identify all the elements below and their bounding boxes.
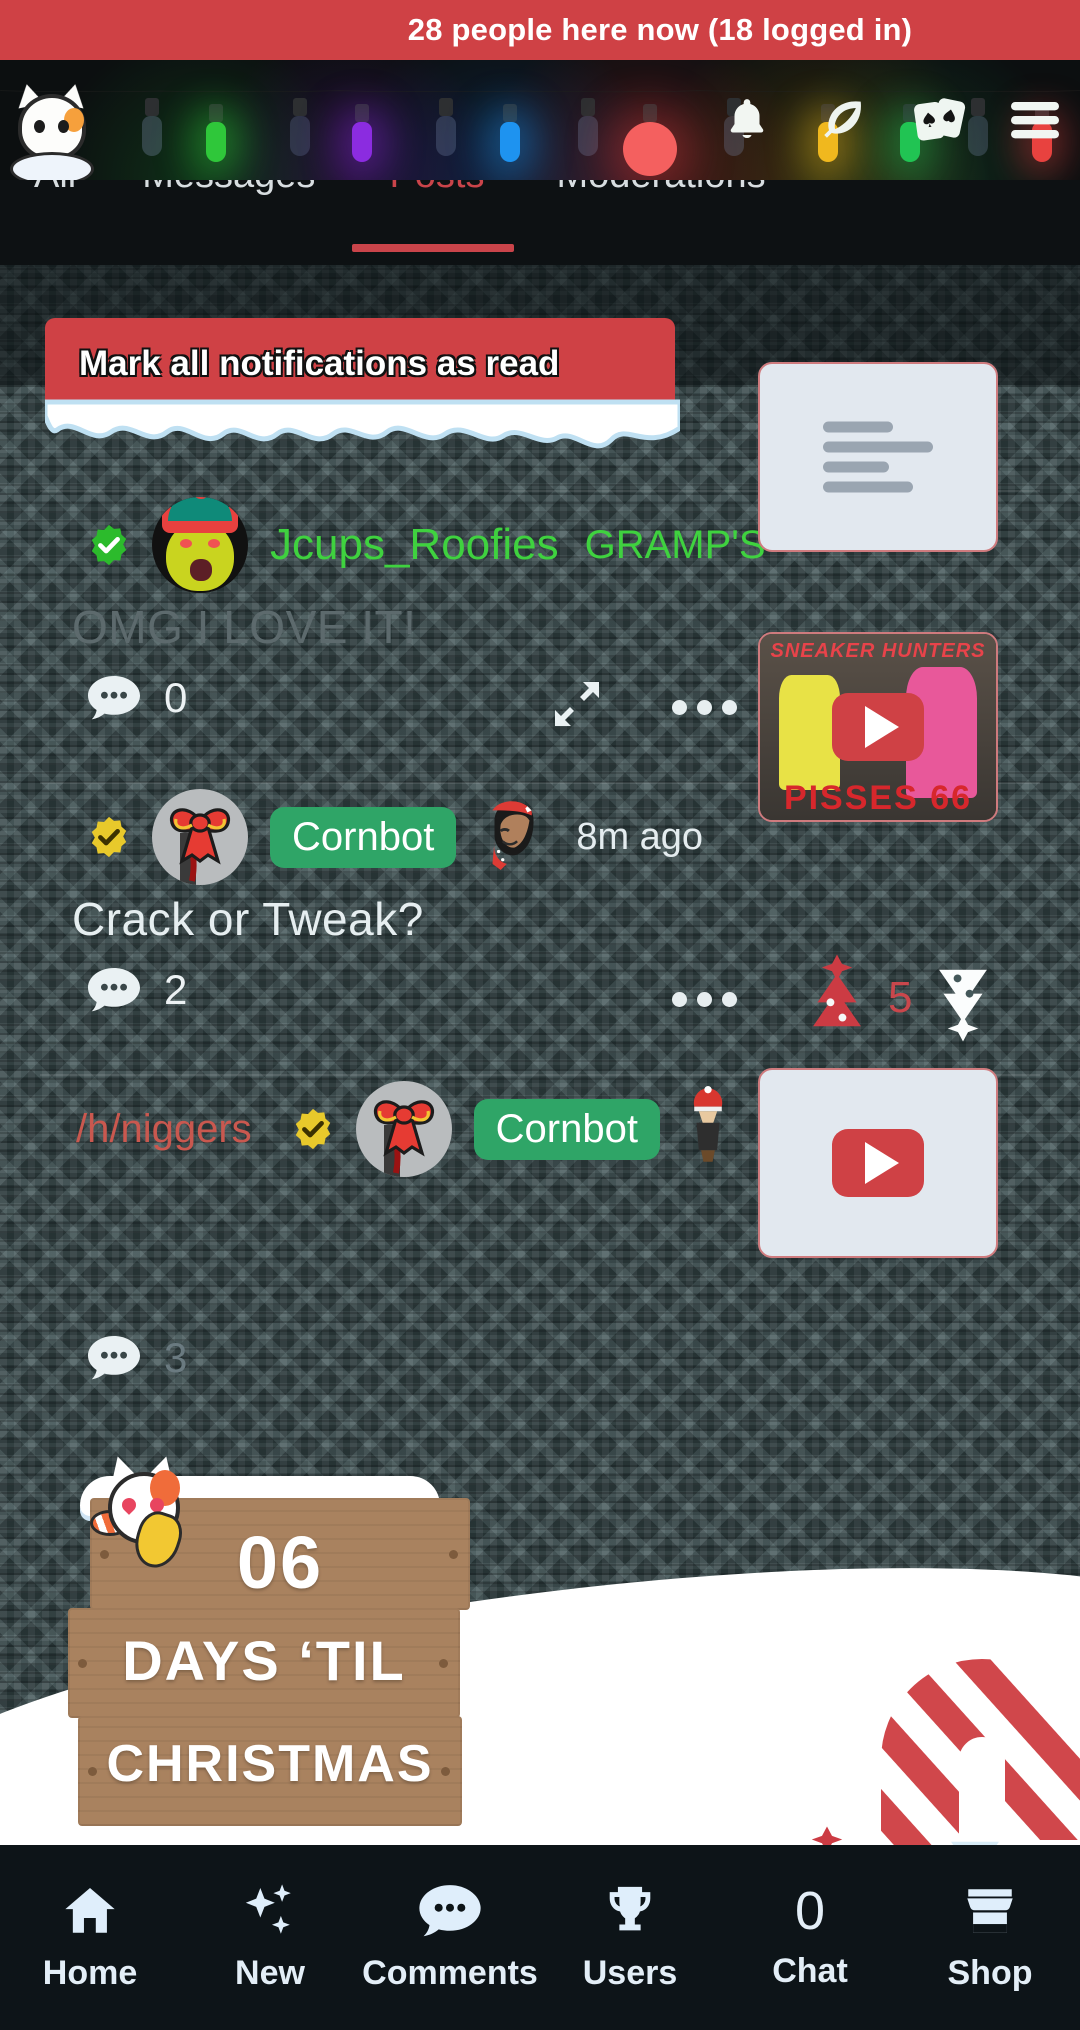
verified-badge-gold-icon [295, 1108, 330, 1150]
nav-item-users[interactable]: Users [540, 1882, 720, 1993]
nav-label: Home [42, 1954, 138, 1992]
comment-bubble-icon [88, 676, 140, 720]
home-icon [65, 1888, 115, 1933]
nav-label: Shop [947, 1954, 1033, 1992]
comments-action[interactable]: 2 [86, 966, 187, 1014]
tab-all[interactable]: All [34, 180, 76, 197]
corn-kitty-icon [90, 1452, 202, 1584]
sparkles-icon [245, 1884, 291, 1934]
comment-bubble-icon [88, 968, 140, 1012]
shop-icon [967, 1889, 1013, 1933]
notification-list: Jcups_Roofies GRAMP'S OMG I LOVE IT! 0 C… [0, 362, 1080, 1414]
light-bulb-icon [436, 98, 456, 156]
comment-count: 2 [164, 966, 188, 1013]
bell-icon[interactable] [720, 93, 774, 147]
app-header [0, 60, 1080, 180]
comment-bubble-icon [419, 1885, 481, 1937]
light-bulb-icon [500, 104, 520, 162]
light-bulb-icon [578, 98, 598, 156]
play-button-icon[interactable] [832, 693, 924, 761]
app-root: 28 people here now (18 logged in) Mark a… [0, 0, 1080, 2030]
cat-mascot-icon[interactable] [6, 81, 98, 180]
notification-row[interactable]: /h/niggers Cornbot 3 [0, 1068, 1080, 1414]
christmas-countdown-sign: 06 DAYS ‘TIL CHRISTMAS [50, 1452, 470, 1826]
nav-label: Comments [362, 1954, 538, 1992]
nav-item-home[interactable]: Home [0, 1882, 180, 1993]
mark-all-read-label: Mark all notifications as read [79, 344, 560, 383]
notification-tabs: All Messages Posts Moderations [0, 180, 1080, 265]
notification-row[interactable]: Cornbot 8m ago Crack or Tweak? SNEAKER H… [0, 632, 1080, 1056]
nav-label: Chat [772, 1952, 848, 1990]
snow-drip-decoration [45, 399, 680, 449]
light-bulb-icon [623, 104, 677, 176]
light-bulb-icon [290, 98, 310, 156]
nav-label: Users [582, 1954, 678, 1992]
santa-gnome-emoji [680, 1085, 736, 1173]
bearded-man-bandana-emoji [476, 796, 550, 879]
post-thumbnail[interactable] [758, 362, 998, 552]
username-link[interactable]: Jcups_Roofies [270, 520, 559, 570]
nav-item-comments[interactable]: Comments [360, 1882, 540, 1993]
post-title[interactable]: Crack or Tweak? [0, 892, 1080, 946]
sub-label[interactable]: GRAMP'S [585, 523, 766, 568]
tab-moderations[interactable]: Moderations [556, 180, 765, 197]
sign-plank: CHRISTMAS [78, 1716, 462, 1826]
verified-badge-green-icon [91, 524, 127, 566]
comment-count: 3 [164, 1334, 188, 1381]
countdown-line-2: CHRISTMAS [106, 1735, 434, 1793]
light-bulb-icon [352, 104, 372, 162]
more-options-action[interactable] [672, 700, 737, 715]
nav-item-new[interactable]: New [180, 1882, 360, 1993]
tab-messages[interactable]: Messages [142, 180, 315, 197]
comment-bubble-icon [88, 1336, 140, 1380]
username-link[interactable]: Cornbot [473, 1098, 660, 1160]
christmas-tree-upvote-icon [813, 954, 861, 1027]
feather-icon[interactable] [816, 93, 870, 147]
sign-plank: DAYS ‘TIL [68, 1608, 460, 1718]
tab-active-underline [352, 244, 514, 252]
more-options-action[interactable] [672, 992, 737, 1007]
nav-label: New [235, 1954, 305, 1992]
username-link[interactable]: Cornbot [270, 806, 457, 868]
video-overlay-top-text: SNEAKER HUNTERS [770, 640, 986, 662]
hamburger-menu-icon[interactable] [1008, 93, 1062, 147]
expand-arrows-icon [555, 682, 599, 726]
christmas-tree-downvote-icon[interactable] [926, 954, 1000, 1042]
action-bar: 3 [0, 1184, 1080, 1414]
upvote-action[interactable]: 5 [800, 954, 1000, 1042]
red-bow-avatar[interactable] [355, 1081, 452, 1177]
light-bulb-icon [142, 98, 162, 156]
mark-all-read-button[interactable]: Mark all notifications as read [45, 318, 675, 410]
upvote-count: 5 [888, 973, 913, 1022]
comments-action[interactable]: 3 [86, 1334, 187, 1382]
bottom-navigation: Home New Comments Users 0 Chat Shop [0, 1845, 1080, 2030]
zombie-santa-avatar[interactable] [152, 497, 248, 593]
comments-action[interactable]: 0 [86, 674, 187, 722]
cards-icon[interactable] [912, 93, 966, 147]
timestamp: 8m ago [576, 815, 704, 858]
video-overlay-bottom-text: PISSES 66 [783, 779, 973, 817]
expand-action[interactable] [548, 676, 606, 732]
light-bulb-icon [206, 104, 226, 162]
action-bar: 2 5 [0, 946, 1080, 1056]
tab-posts[interactable]: Posts [389, 180, 484, 197]
countdown-line-1: DAYS ‘TIL [122, 1629, 406, 1692]
community-link[interactable]: /h/niggers [76, 1107, 252, 1152]
post-thumbnail[interactable]: SNEAKER HUNTERS PISSES 66 [758, 632, 998, 822]
text-placeholder-icon [823, 413, 933, 502]
red-bow-avatar[interactable] [152, 789, 248, 885]
nav-item-shop[interactable]: Shop [900, 1882, 1080, 1993]
nav-item-chat[interactable]: 0 Chat [720, 1884, 900, 1991]
verified-badge-gold-icon [91, 816, 127, 858]
trophy-icon [609, 1886, 651, 1931]
comment-count: 0 [164, 674, 188, 721]
chat-zero-icon: 0 [794, 1881, 826, 1941]
online-users-banner: 28 people here now (18 logged in) [0, 0, 1080, 60]
online-users-text: 28 people here now (18 logged in) [407, 12, 913, 47]
header-icon-group [720, 60, 1062, 180]
